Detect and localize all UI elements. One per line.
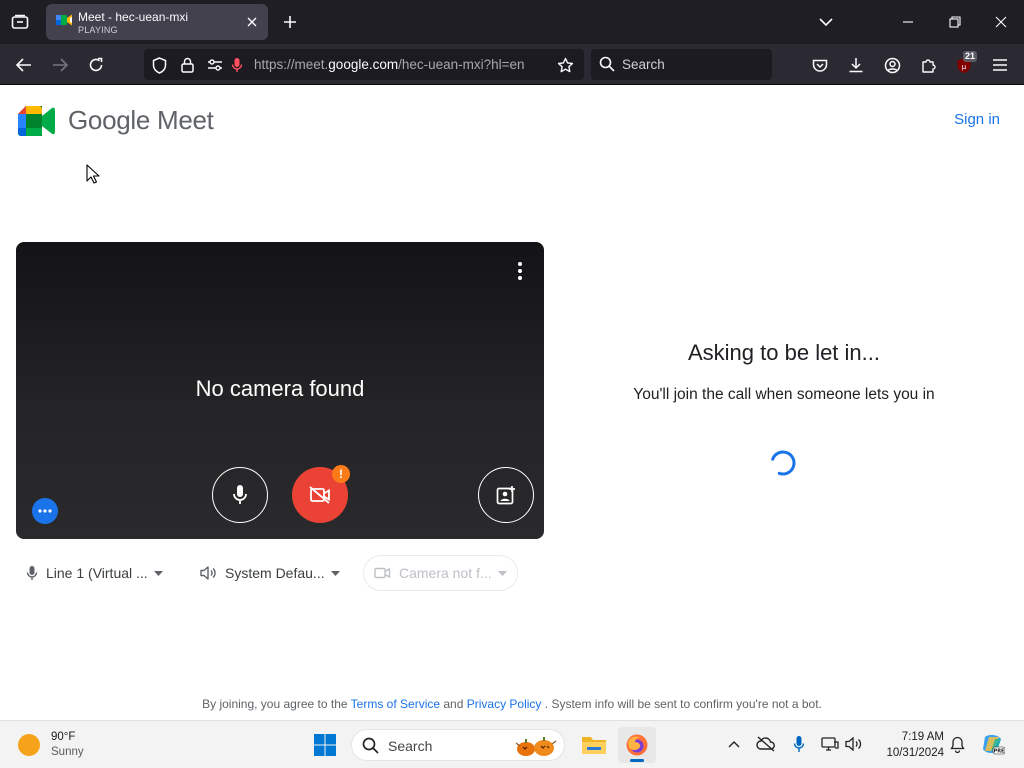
weather-temp: 90°F bbox=[51, 731, 76, 743]
forward-arrow-icon[interactable] bbox=[48, 53, 72, 77]
asking-subtitle: You'll join the call when someone lets y… bbox=[633, 386, 935, 403]
terms-of-service-link[interactable]: Terms of Service bbox=[351, 697, 440, 711]
microphone-tray-icon[interactable] bbox=[788, 733, 810, 755]
search-placeholder: Search bbox=[622, 57, 665, 72]
more-options-dots-icon[interactable] bbox=[32, 498, 58, 524]
copilot-pre-icon[interactable]: PRE bbox=[980, 733, 1006, 755]
restore-icon[interactable] bbox=[943, 10, 967, 34]
microphone-icon bbox=[233, 485, 247, 504]
halloween-pumpkins-icon bbox=[515, 737, 557, 756]
network-icon[interactable] bbox=[819, 733, 841, 755]
asking-title: Asking to be let in... bbox=[688, 340, 880, 365]
notification-bell-icon[interactable] bbox=[946, 733, 968, 755]
lock-icon[interactable] bbox=[178, 56, 196, 74]
hamburger-menu-icon[interactable] bbox=[988, 53, 1012, 77]
back-arrow-icon[interactable] bbox=[12, 53, 36, 77]
url-text: https://meet.google.com/hec-uean-mxi?hl=… bbox=[254, 57, 525, 72]
sun-icon bbox=[18, 734, 40, 756]
no-camera-message: No camera found bbox=[195, 376, 365, 401]
tab-manager-icon[interactable] bbox=[8, 11, 32, 33]
tracking-protection-shield-icon[interactable] bbox=[150, 56, 168, 74]
speaker-select[interactable]: System Defau... bbox=[190, 555, 350, 591]
search-icon bbox=[362, 737, 379, 754]
file-explorer-icon[interactable] bbox=[575, 727, 613, 763]
google-meet-logo[interactable]: Google Meet bbox=[18, 105, 214, 136]
clock-time: 7:19 AM bbox=[901, 731, 944, 743]
windows-taskbar: 90°F Sunny Search 7:19 AM 10/31/2024 PRE bbox=[0, 720, 1024, 768]
minimize-icon[interactable] bbox=[896, 10, 920, 34]
camera-small-icon bbox=[374, 567, 391, 579]
account-icon[interactable] bbox=[880, 53, 904, 77]
volume-icon[interactable] bbox=[843, 733, 865, 755]
reload-icon[interactable] bbox=[84, 53, 108, 77]
camera-off-icon bbox=[309, 486, 330, 504]
browser-search-bar[interactable]: Search bbox=[591, 49, 772, 80]
browser-titlebar: Meet - hec-uean-mxi PLAYING bbox=[0, 0, 1024, 44]
show-hidden-icons-chevron-icon[interactable] bbox=[723, 733, 745, 755]
dropdown-arrow-icon bbox=[497, 570, 507, 576]
weather-condition: Sunny bbox=[51, 746, 84, 758]
tab-meet[interactable]: Meet - hec-uean-mxi PLAYING bbox=[46, 4, 268, 40]
dropdown-arrow-icon bbox=[330, 570, 340, 576]
svg-text:μ: μ bbox=[962, 63, 967, 71]
more-vert-icon[interactable] bbox=[510, 260, 530, 282]
browser-navbar: https://meet.google.com/hec-uean-mxi?hl=… bbox=[0, 44, 1024, 85]
camera-select[interactable]: Camera not f... bbox=[363, 555, 518, 591]
clock-date: 10/31/2024 bbox=[886, 747, 944, 759]
firefox-taskbar-icon[interactable] bbox=[618, 727, 656, 763]
mouse-cursor-icon bbox=[86, 164, 100, 184]
camera-warning-badge: ! bbox=[332, 465, 350, 483]
device-selectors: Line 1 (Virtual ... System Defau... Came… bbox=[16, 555, 544, 591]
visual-effects-button[interactable] bbox=[478, 467, 534, 523]
new-tab-plus-icon[interactable] bbox=[280, 12, 300, 32]
terms-notice: By joining, you agree to the Terms of Se… bbox=[202, 697, 822, 711]
taskbar-clock[interactable]: 7:19 AM 10/31/2024 bbox=[874, 729, 944, 761]
search-icon bbox=[599, 56, 615, 72]
extension-badge-count: 21 bbox=[963, 51, 978, 62]
tab-title: Meet - hec-uean-mxi bbox=[78, 10, 189, 24]
ublock-extension-icon[interactable]: μ 21 bbox=[952, 51, 978, 77]
meet-page: Google Meet Sign in No camera found ! Li… bbox=[0, 85, 1024, 720]
onedrive-offline-icon[interactable] bbox=[755, 733, 777, 755]
microphone-toggle-button[interactable] bbox=[212, 467, 268, 523]
loading-spinner-icon bbox=[771, 450, 796, 476]
camera-toggle-button[interactable]: ! bbox=[292, 465, 350, 523]
svg-text:PRE: PRE bbox=[994, 749, 1005, 755]
active-app-indicator bbox=[630, 759, 644, 762]
bookmark-star-icon[interactable] bbox=[556, 56, 574, 74]
extensions-puzzle-icon[interactable] bbox=[916, 53, 940, 77]
url-bar[interactable]: https://meet.google.com/hec-uean-mxi?hl=… bbox=[144, 49, 584, 80]
meet-logo-icon bbox=[18, 105, 55, 136]
privacy-policy-link[interactable]: Privacy Policy bbox=[467, 697, 542, 711]
microphone-select[interactable]: Line 1 (Virtual ... bbox=[16, 555, 173, 591]
close-window-icon[interactable] bbox=[989, 10, 1013, 34]
microphone-small-icon bbox=[26, 566, 38, 580]
windows-start-icon[interactable] bbox=[313, 733, 337, 757]
weather-widget[interactable]: 90°F Sunny bbox=[18, 730, 84, 760]
microphone-in-use-icon[interactable] bbox=[228, 56, 246, 74]
permissions-sliders-icon[interactable] bbox=[206, 56, 224, 74]
taskbar-search-placeholder: Search bbox=[388, 738, 433, 754]
dropdown-arrow-icon bbox=[153, 570, 163, 576]
downloads-icon[interactable] bbox=[844, 53, 868, 77]
meet-favicon-icon bbox=[56, 14, 72, 26]
pocket-icon[interactable] bbox=[808, 53, 832, 77]
taskbar-search[interactable]: Search bbox=[351, 729, 565, 761]
sign-in-link[interactable]: Sign in bbox=[954, 111, 1000, 128]
tab-playing-label: PLAYING bbox=[78, 25, 118, 35]
logo-text: Google Meet bbox=[68, 105, 214, 135]
video-preview: No camera found ! bbox=[16, 242, 544, 539]
visual-effects-icon bbox=[496, 486, 515, 505]
tab-close-icon[interactable] bbox=[244, 14, 260, 30]
list-all-tabs-chevron-icon[interactable] bbox=[816, 12, 836, 32]
speaker-icon bbox=[200, 566, 216, 580]
